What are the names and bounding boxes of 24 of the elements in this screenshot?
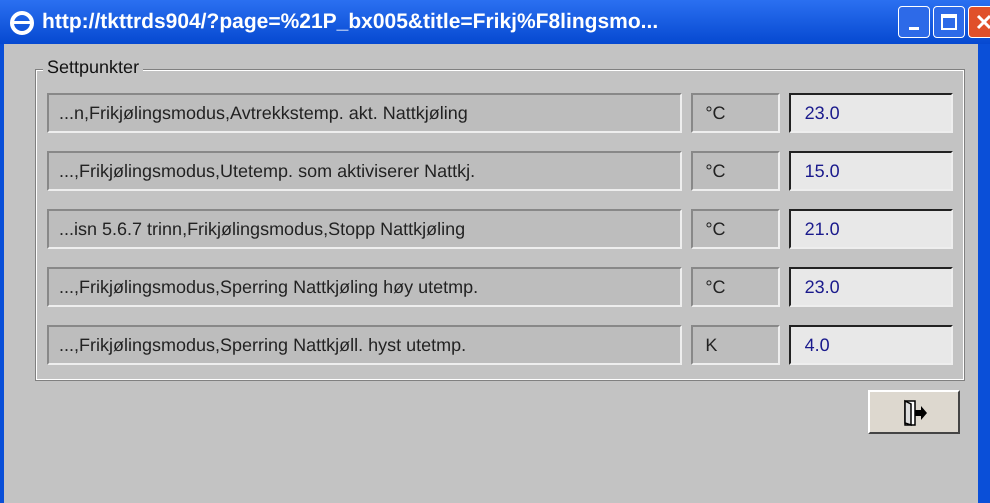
setpoint-label: ...n,Frikjølingsmodus,Avtrekkstemp. akt. Nattkjøling <box>47 93 682 133</box>
setpoint-label: ...isn 5.6.7 trinn,Frikjølingsmodus,Stopp Nattkjøling <box>47 209 682 249</box>
maximize-icon <box>940 13 958 31</box>
exit-button[interactable] <box>868 390 960 434</box>
window-title: http://tkttrds904/?page=%21P_bx005&title=Frikj%F8lingsmo... <box>42 10 660 34</box>
setpoint-label: ...,Frikjølingsmodus,Utetemp. som aktiviserer Nattkj. <box>47 151 682 191</box>
value-field[interactable]: 21.0 <box>788 209 953 249</box>
setpoint-label: ...,Frikjølingsmodus,Sperring Nattkjøling høy utetmp. <box>47 267 682 307</box>
unit-label: °C <box>691 151 780 191</box>
unit-label: °C <box>691 267 780 307</box>
value-field[interactable]: 4.0 <box>788 325 953 365</box>
unit-label: °C <box>691 209 780 249</box>
unit-label: °C <box>691 93 780 133</box>
minimize-icon <box>909 26 919 30</box>
close-icon <box>975 13 990 31</box>
minimize-button[interactable] <box>898 6 930 38</box>
unit-label: K <box>691 325 780 365</box>
value-field[interactable]: 15.0 <box>788 151 953 191</box>
maximize-button[interactable] <box>933 6 965 38</box>
group-title: Settpunkter <box>43 57 144 78</box>
value-field[interactable]: 23.0 <box>788 93 953 133</box>
setpoint-label: ...,Frikjølingsmodus,Sperring Nattkjøll. hyst utetmp. <box>47 325 682 365</box>
browser-icon <box>8 8 36 36</box>
value-field[interactable]: 23.0 <box>788 267 953 307</box>
